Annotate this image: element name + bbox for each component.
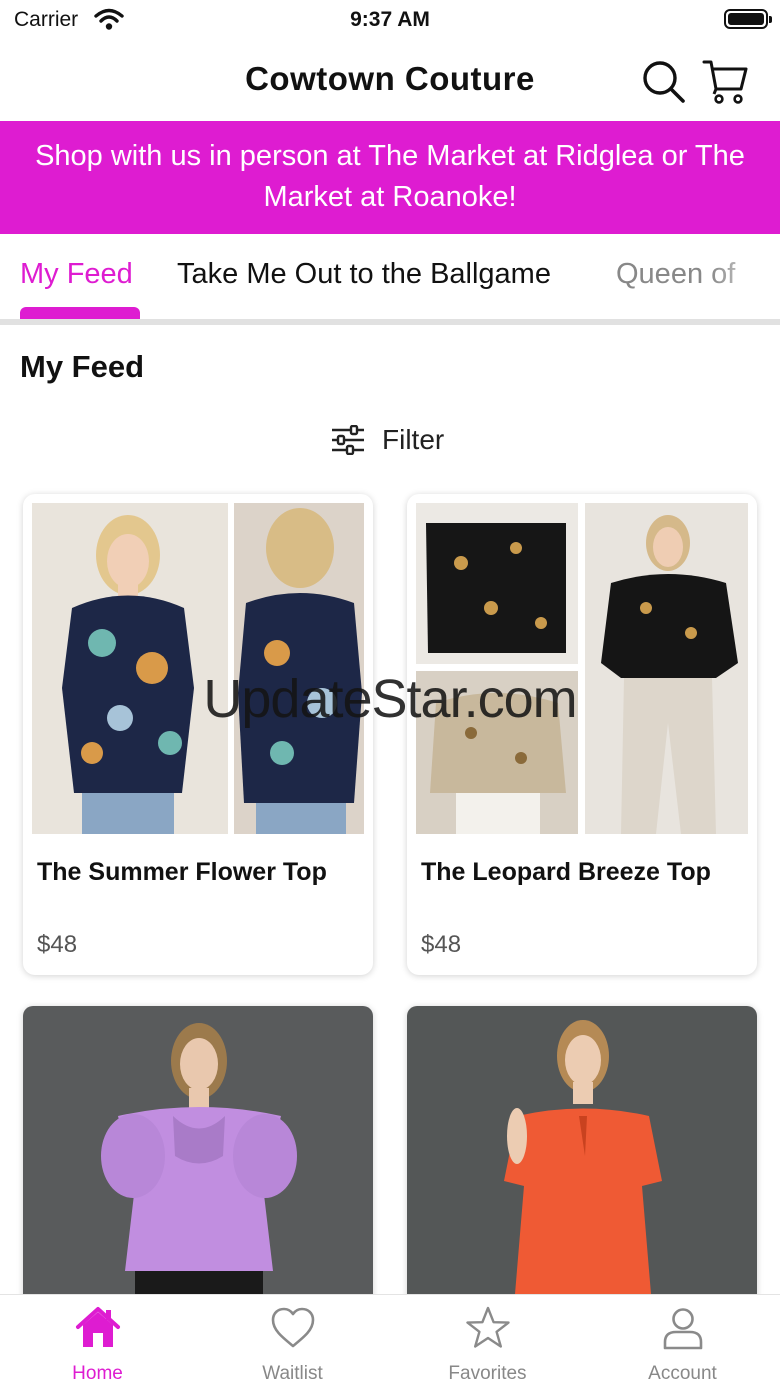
tab-my-feed[interactable]: My Feed (20, 258, 133, 291)
product-image (23, 1006, 373, 1306)
tabbar-label-account: Account (648, 1363, 717, 1384)
product-card[interactable] (23, 1006, 373, 1306)
bottom-tab-bar: Home Waitlist Favorites Account (0, 1294, 780, 1387)
filter-label: Filter (382, 424, 445, 455)
tabbar-item-home[interactable]: Home (0, 1295, 195, 1387)
home-icon (76, 1307, 120, 1347)
tabbar-label-waitlist: Waitlist (262, 1363, 323, 1384)
tabbar-item-waitlist[interactable]: Waitlist (195, 1295, 390, 1387)
tabbar-item-favorites[interactable]: Favorites (390, 1295, 585, 1387)
promo-banner-text: Shop with us in person at The Market at … (35, 140, 745, 213)
category-tabs: My Feed Take Me Out to the Ballgame Quee… (0, 234, 780, 326)
product-price: $48 (421, 931, 462, 958)
tab-take-me-out-to-the-ballgame[interactable]: Take Me Out to the Ballgame (177, 258, 551, 291)
tabs-fade-overlay (710, 234, 780, 314)
search-icon[interactable] (640, 56, 686, 106)
user-icon (663, 1308, 703, 1350)
tabbar-item-account[interactable]: Account (585, 1295, 780, 1387)
filter-button[interactable]: Filter (330, 422, 444, 458)
product-image (32, 503, 364, 834)
product-card[interactable]: The Leopard Breeze Top $48 (407, 494, 757, 975)
star-icon (466, 1306, 510, 1348)
tabbar-label-home: Home (72, 1363, 123, 1384)
product-name: The Summer Flower Top (37, 858, 327, 886)
app-header: Cowtown Couture (0, 40, 780, 120)
promo-banner[interactable]: Shop with us in person at The Market at … (0, 121, 780, 234)
product-card[interactable] (407, 1006, 757, 1306)
sliders-icon (332, 425, 364, 455)
product-image (416, 503, 748, 834)
product-image (407, 1006, 757, 1306)
tabs-divider (0, 319, 780, 325)
section-title: My Feed (20, 349, 145, 384)
status-time: 9:37 AM (350, 8, 430, 31)
product-price: $48 (37, 931, 78, 958)
product-name: The Leopard Breeze Top (421, 858, 711, 886)
tabbar-label-favorites: Favorites (448, 1363, 527, 1384)
status-bar: Carrier 9:37 AM (0, 0, 780, 40)
heart-icon (271, 1307, 315, 1348)
cart-icon[interactable] (702, 56, 748, 106)
active-tab-indicator (20, 307, 140, 319)
battery-icon (724, 9, 772, 29)
product-card[interactable]: The Summer Flower Top $48 (23, 494, 373, 975)
